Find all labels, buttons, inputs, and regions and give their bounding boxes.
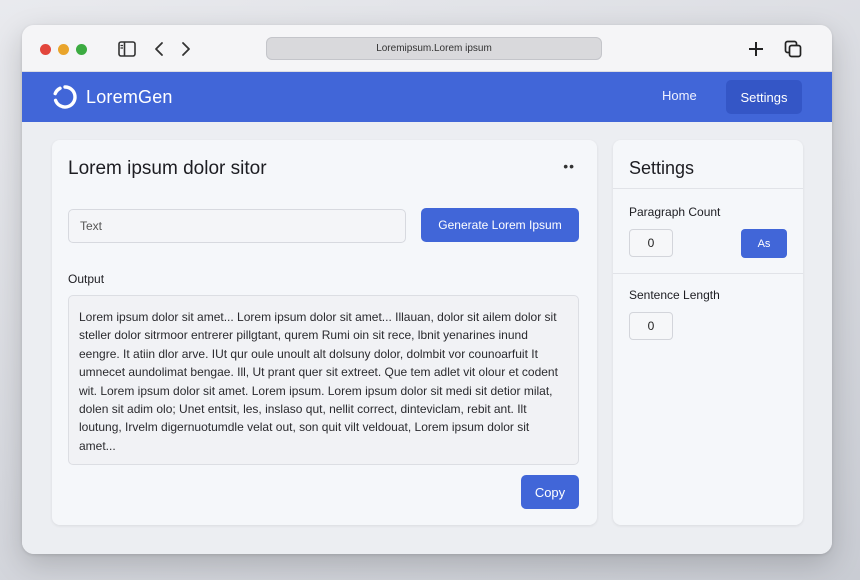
close-window-button[interactable] [40,44,51,55]
sidebar-icon[interactable] [116,38,138,60]
page-content: Lorem ipsum dolor sitor •• Generate Lore… [22,122,832,554]
back-icon[interactable] [148,38,170,60]
brand-logo[interactable]: LoremGen [52,84,173,110]
settings-divider [613,273,803,274]
copy-button[interactable]: Copy [521,475,579,509]
settings-divider [613,188,803,189]
address-bar[interactable]: Loremipsum.Lorem ipsum [266,37,602,60]
more-options-icon[interactable]: •• [563,158,575,174]
paragraph-count-input[interactable]: 0 [629,229,673,257]
nav-settings-label: Settings [740,89,788,105]
nav-home-link[interactable]: Home [662,88,697,103]
sentence-length-value: 0 [647,319,655,333]
page-title: Lorem ipsum dolor sitor [68,158,267,179]
brand-name: LoremGen [86,86,173,107]
brand-ring-icon [53,85,77,109]
sentence-length-label: Sentence Length [629,288,720,302]
paragraph-count-label: Paragraph Count [629,205,721,219]
output-label: Output [68,272,105,286]
app-navbar: LoremGen Home Settings [22,72,832,122]
apply-button[interactable]: As [741,229,787,258]
forward-icon[interactable] [175,38,197,60]
text-input[interactable] [68,209,406,243]
apply-button-label: As [757,237,771,250]
generator-card: Lorem ipsum dolor sitor •• Generate Lore… [52,140,597,525]
nav-settings-button[interactable]: Settings [726,80,802,114]
address-bar-text: Loremipsum.Lorem ipsum [376,43,492,54]
generate-button[interactable]: Generate Lorem Ipsum [421,208,579,242]
window-controls [40,44,87,55]
settings-panel: Settings Paragraph Count 0 As Sentence L… [613,140,803,525]
minimize-window-button[interactable] [58,44,69,55]
browser-chrome: Loremipsum.Lorem ipsum [22,25,832,72]
tabs-overview-icon[interactable] [782,38,804,60]
output-text[interactable]: Lorem ipsum dolor sit amet... Lorem ipsu… [68,295,579,465]
sentence-length-input[interactable]: 0 [629,312,673,340]
new-tab-icon[interactable] [745,38,767,60]
browser-window: Loremipsum.Lorem ipsum LoremGen Home Set… [22,25,832,554]
settings-title: Settings [629,158,695,178]
maximize-window-button[interactable] [76,44,87,55]
paragraph-count-value: 0 [647,236,655,250]
